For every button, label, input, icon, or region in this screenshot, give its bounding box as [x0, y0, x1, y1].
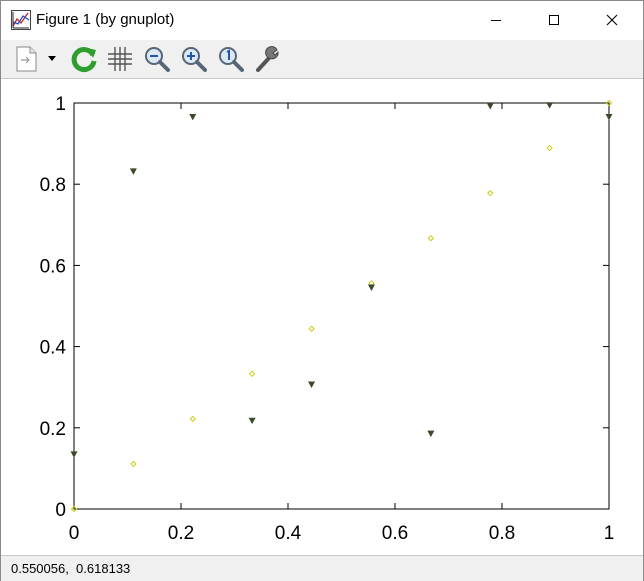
y-tick-label: 0.2 [40, 419, 66, 440]
data-points [70, 99, 613, 513]
plot-area[interactable]: 0 0.2 0.4 0.6 0.8 1 0 0.2 0.4 0.6 0.8 1 [1, 79, 643, 554]
maximize-button[interactable] [525, 1, 583, 39]
zoom-reset-icon [219, 47, 244, 72]
dropdown-arrow-icon [48, 56, 56, 61]
gnuplot-window: Figure 1 (by gnuplot) 0 0.2 0.4 0.6 0.8 … [0, 0, 644, 581]
zoom-reset-button[interactable] [214, 42, 248, 76]
series-2-point [427, 430, 435, 438]
plot-border [73, 102, 610, 510]
minimize-button[interactable] [467, 1, 525, 39]
y-tick-label: 1 [55, 94, 66, 115]
close-icon [606, 14, 618, 26]
series-2-point [486, 103, 494, 110]
series-2-point [248, 417, 256, 425]
replot-icon [71, 47, 97, 72]
zoom-out-icon [145, 47, 170, 72]
close-button[interactable] [583, 1, 641, 39]
x-tick-label: 0.6 [382, 523, 408, 544]
series-2-point [70, 451, 78, 458]
settings-button[interactable] [251, 42, 285, 76]
series-2-point [189, 114, 197, 121]
grid-button[interactable] [103, 42, 137, 76]
window-title: Figure 1 (by gnuplot) [36, 11, 175, 28]
axes-frame [73, 102, 610, 510]
series-1-point [427, 235, 434, 242]
x-tick-label: 0.8 [489, 523, 515, 544]
y-tick-label: 0.4 [40, 338, 67, 359]
series-2-point [605, 114, 613, 121]
maximize-icon [549, 15, 559, 25]
grid-icon [108, 47, 132, 71]
y-tick-label: 0 [55, 500, 66, 521]
minimize-icon [491, 20, 501, 21]
settings-wrench-icon [256, 46, 279, 72]
zoom-out-button[interactable] [140, 42, 174, 76]
cursor-coordinates: 0.550056, 0.618133 [11, 561, 131, 576]
y-tick-label: 0.8 [40, 175, 66, 196]
series-2-point [367, 284, 375, 291]
replot-button[interactable] [67, 42, 101, 76]
series-1-point [308, 325, 315, 332]
x-tick-label: 0 [69, 523, 80, 544]
series-2-point [546, 102, 554, 109]
x-tick-label: 1 [604, 523, 615, 544]
toolbar [1, 40, 643, 79]
series-1-point [546, 144, 553, 152]
series-1-point [130, 460, 137, 468]
zoom-in-button[interactable] [177, 42, 211, 76]
series-1-point [487, 189, 494, 197]
status-bar: 0.550056, 0.618133 [1, 555, 643, 581]
y-tick-label: 0.6 [40, 256, 66, 277]
export-button[interactable] [9, 42, 43, 76]
series-2-point [308, 381, 316, 388]
x-tick-label: 0.4 [275, 523, 302, 544]
series-2-point [129, 168, 137, 175]
export-dropdown-button[interactable] [45, 42, 59, 76]
tick-labels: 0 0.2 0.4 0.6 0.8 1 0 0.2 0.4 0.6 0.8 1 [40, 94, 615, 544]
series-1-point [189, 415, 196, 423]
title-bar[interactable]: Figure 1 (by gnuplot) [1, 1, 643, 39]
export-icon [16, 46, 37, 72]
series-1-point [249, 370, 256, 377]
gnuplot-app-icon [11, 10, 31, 30]
tick-marks [73, 102, 610, 510]
zoom-in-icon [182, 47, 207, 72]
scatter-chart: 0 0.2 0.4 0.6 0.8 1 0 0.2 0.4 0.6 0.8 1 [40, 94, 615, 544]
x-tick-label: 0.2 [168, 523, 194, 544]
